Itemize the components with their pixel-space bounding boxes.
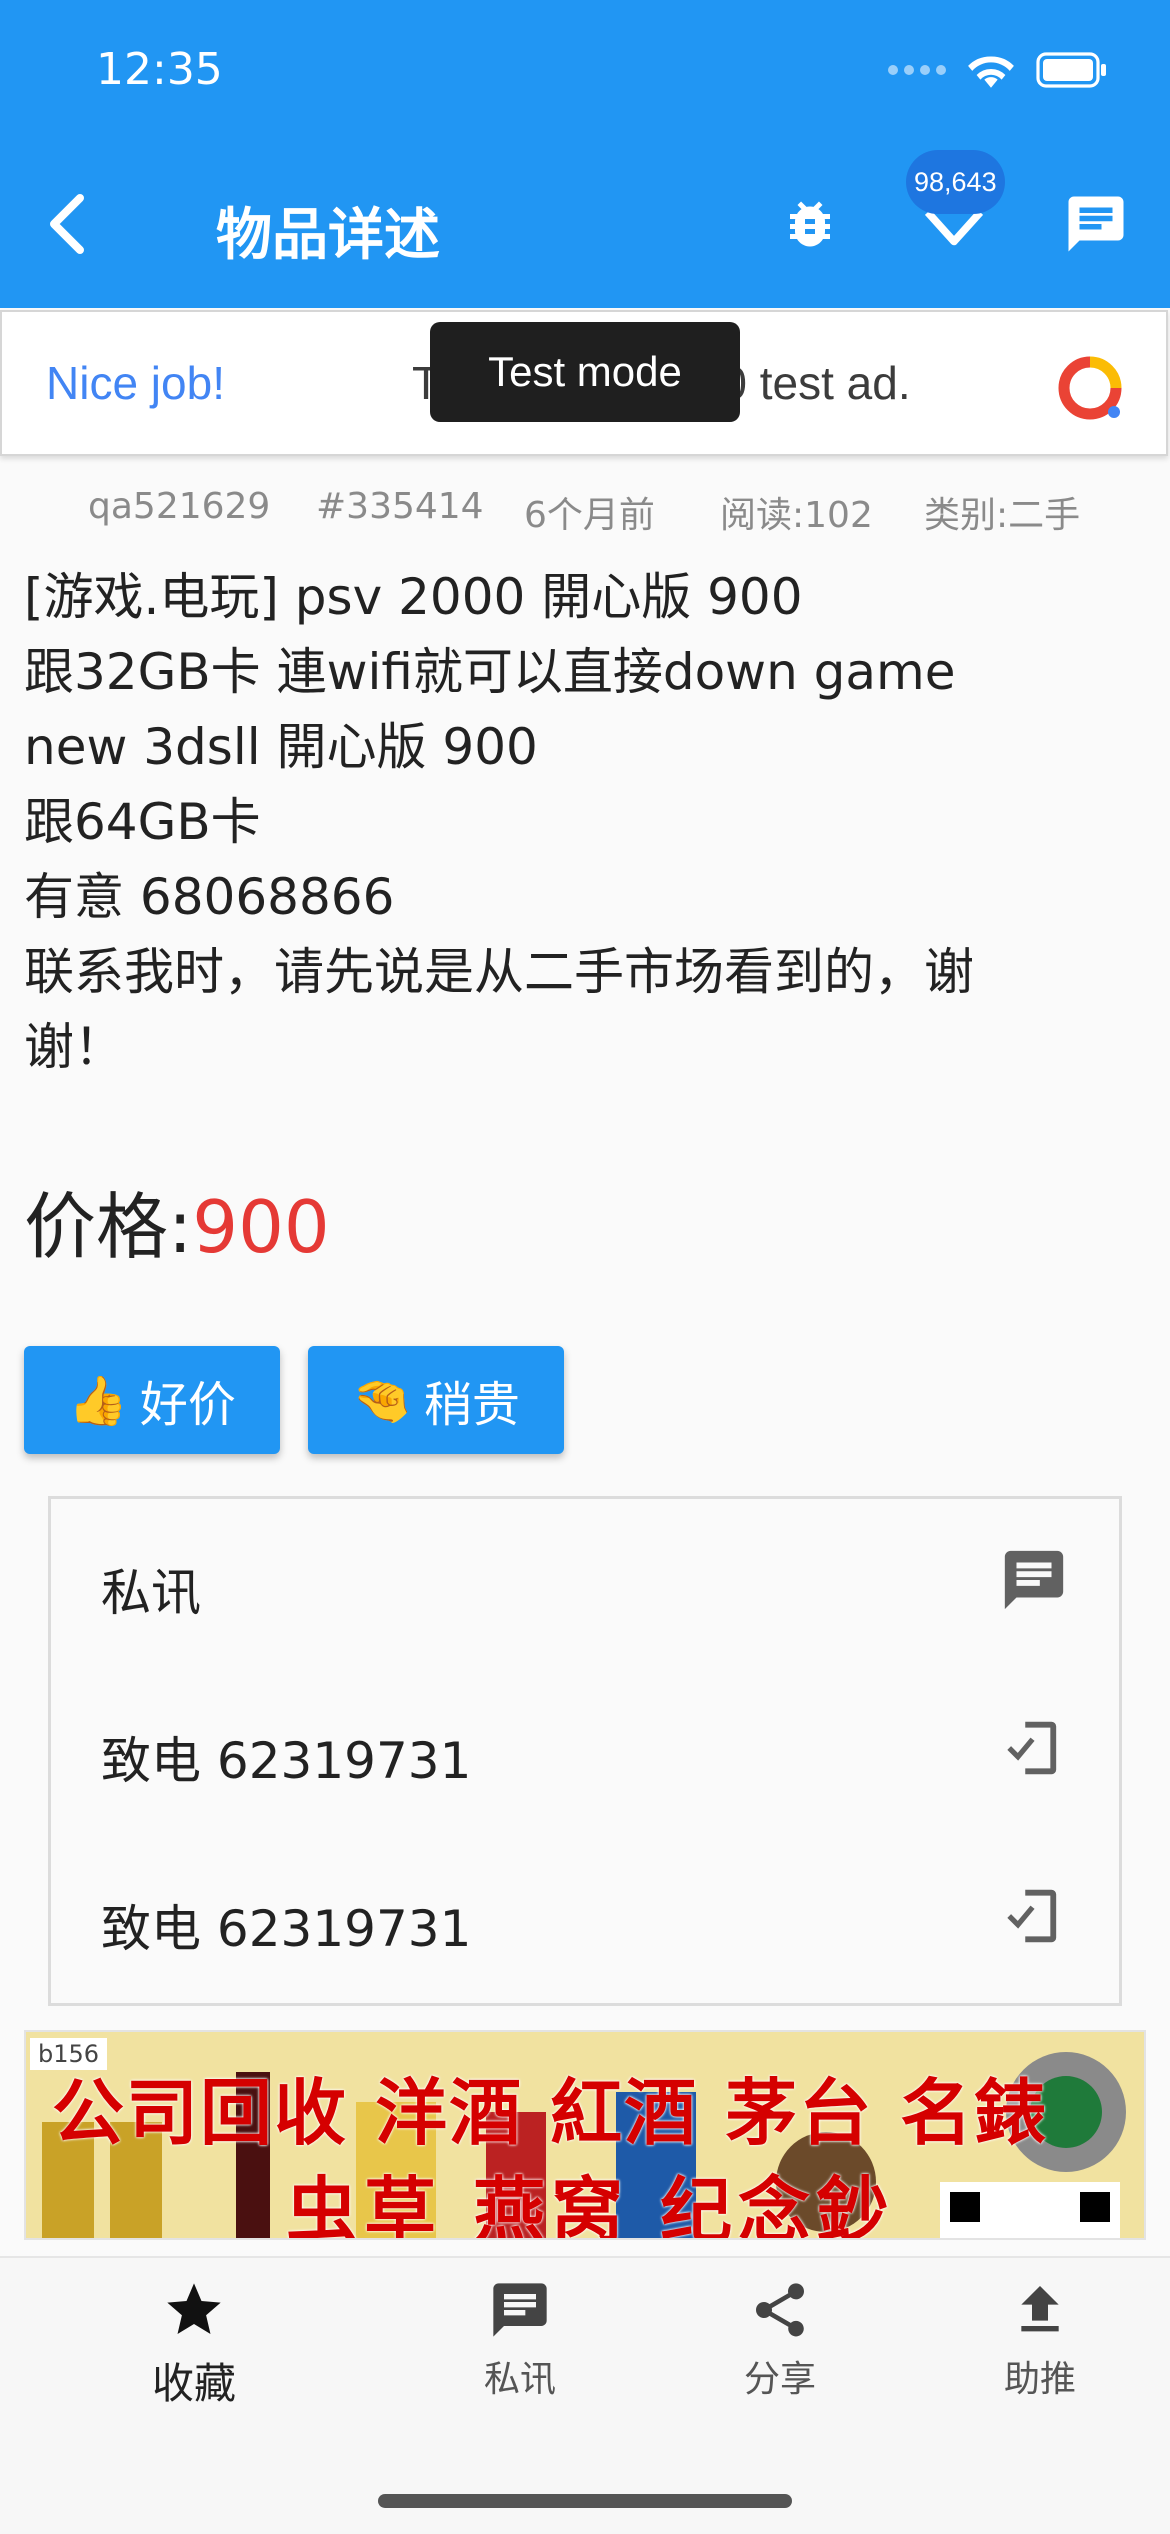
- app-bar: 12:35 物品详述 98,643: [0, 0, 1170, 308]
- test-mode-toast: Test mode: [430, 322, 740, 422]
- messages-button[interactable]: [1056, 184, 1136, 264]
- wifi-icon: [968, 56, 1014, 88]
- good-price-label: 好价: [139, 1377, 236, 1433]
- contact-label: 致电 62319731: [101, 1732, 472, 1790]
- pinch-hand-icon: 🤏: [352, 1372, 412, 1429]
- description-line: 有意 68068866: [24, 868, 395, 926]
- call-row[interactable]: 致电 62319731: [51, 1667, 1119, 1835]
- signal-icon: [888, 65, 946, 75]
- nav-favorite[interactable]: 收藏: [94, 2278, 294, 2411]
- ad-line-2: 虫草 燕窝 纪念鈔: [286, 2168, 895, 2240]
- contact-label: 致电 62319731: [101, 1900, 472, 1958]
- posted-time: 6个月前: [524, 495, 655, 536]
- message-icon: [1004, 1550, 1064, 1610]
- nav-boost[interactable]: 助推: [940, 2278, 1140, 2402]
- description-line: 谢！: [24, 1018, 124, 1076]
- ad-headline: Nice job!: [46, 357, 225, 409]
- nav-label: 收藏: [151, 2359, 236, 2408]
- promo-ad-image[interactable]: b156 公司回收 洋酒 紅酒 茅台 名錶 虫草 燕窝 纪念鈔: [24, 2030, 1146, 2240]
- description-line: [游戏.电玩] psv 2000 開心版 900: [24, 568, 803, 626]
- description-line: 联系我时，请先说是从二手市场看到的，谢: [24, 943, 974, 1001]
- item-id: #335414: [316, 486, 484, 527]
- ad-tag: b156: [30, 2038, 108, 2070]
- nav-label: 助推: [1003, 2359, 1076, 2400]
- description-line: 跟64GB卡: [24, 793, 261, 851]
- nav-label: 分享: [743, 2359, 816, 2400]
- nav-share[interactable]: 分享: [680, 2278, 880, 2402]
- price-label: 价格:: [24, 1185, 193, 1269]
- phone-check-icon: [1007, 1721, 1057, 1775]
- description-line: 跟32GB卡 連wifi就可以直接down game: [24, 643, 956, 701]
- read-count: 阅读:102: [720, 495, 873, 536]
- contact-label: 私讯: [101, 1564, 201, 1622]
- pricey-label: 稍贵: [423, 1377, 520, 1433]
- message-icon: [1068, 196, 1124, 252]
- call-row[interactable]: 致电 62319731: [51, 1835, 1119, 2003]
- private-message-row[interactable]: 私讯: [51, 1499, 1119, 1667]
- battery-icon: [1036, 52, 1106, 88]
- item-meta: qa521629 #335414 6个月前 阅读:102 类别:二手: [0, 486, 1170, 536]
- good-price-button[interactable]: 👍 好价: [24, 1346, 280, 1454]
- notification-badge: 98,643: [906, 150, 1005, 214]
- debug-button[interactable]: [770, 184, 850, 264]
- status-time: 12:35: [96, 44, 223, 95]
- description-line: new 3dsll 開心版 900: [24, 718, 538, 776]
- phone-check-icon: [1007, 1889, 1057, 1943]
- nav-label: 私讯: [483, 2359, 556, 2400]
- upload-icon: [1021, 2286, 1059, 2332]
- back-arrow-icon: [50, 194, 84, 254]
- price: 价格:900: [24, 1168, 330, 1273]
- bottom-navigation: 收藏 私讯 分享 助推: [0, 2256, 1170, 2534]
- item-description: [游戏.电玩] psv 2000 開心版 900 跟32GB卡 連wifi就可以…: [24, 560, 1144, 1085]
- ad-line-1: 公司回收 洋酒 紅酒 茅台 名錶: [52, 2070, 1049, 2155]
- message-icon: [493, 2283, 547, 2337]
- status-icons: [888, 50, 1108, 90]
- category-label: 类别:二手: [924, 495, 1081, 536]
- back-button[interactable]: [40, 188, 96, 260]
- share-icon: [756, 2283, 804, 2337]
- bug-icon: [790, 201, 830, 247]
- contact-card: 私讯 致电 62319731 致电 62319731: [48, 1496, 1122, 2006]
- thumbs-up-icon: 👍: [68, 1372, 128, 1429]
- author-name[interactable]: qa521629: [88, 486, 270, 527]
- price-value: 900: [192, 1185, 330, 1269]
- nav-message[interactable]: 私讯: [420, 2278, 620, 2402]
- pricey-button[interactable]: 🤏 稍贵: [308, 1346, 564, 1454]
- star-icon: [167, 2283, 221, 2334]
- home-indicator: [378, 2494, 792, 2508]
- ad-logo-icon: [1058, 356, 1122, 420]
- page-title: 物品详述: [216, 203, 440, 268]
